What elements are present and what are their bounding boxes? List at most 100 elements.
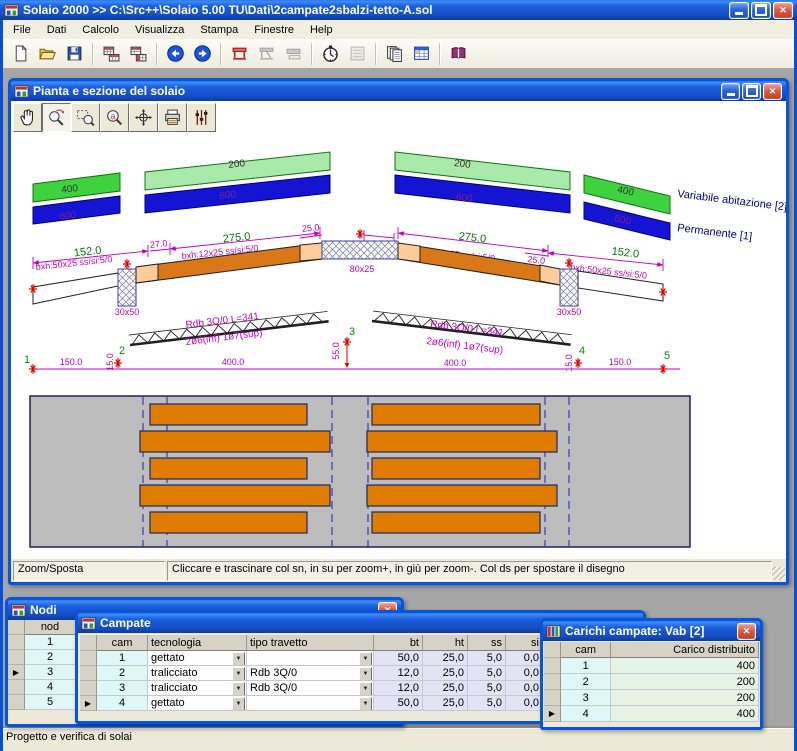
- campate-cell-ht[interactable]: 25,0: [423, 666, 468, 681]
- campate-cell-cam[interactable]: 2: [97, 666, 148, 681]
- data-grid-nodes-button[interactable]: [98, 40, 125, 67]
- viewer-minimize-button[interactable]: [721, 82, 740, 100]
- campate-cell-si[interactable]: 0,0: [506, 681, 543, 696]
- zoom-drag-tool-button[interactable]: [42, 103, 71, 132]
- menu-calcolo[interactable]: Calcolo: [74, 22, 127, 38]
- menu-help[interactable]: Help: [302, 22, 341, 38]
- carichi-cell-carico[interactable]: 200: [611, 690, 759, 706]
- menu-stampa[interactable]: Stampa: [192, 22, 246, 38]
- row-selector[interactable]: [80, 681, 97, 696]
- campate-cell-tipo[interactable]: ▼: [247, 696, 374, 711]
- campate-cell-tecnologia[interactable]: ▼ tralicciato: [148, 681, 247, 696]
- print-tool-button[interactable]: [158, 103, 187, 132]
- dropdown-arrow-icon[interactable]: ▼: [359, 652, 372, 665]
- maximize-button[interactable]: [751, 1, 771, 19]
- row-selector-current[interactable]: ▶: [8, 665, 25, 680]
- campate-cell-ss[interactable]: 5,0: [468, 651, 506, 666]
- carichi-cell-cam[interactable]: 3: [561, 690, 612, 706]
- campate-cell-bt[interactable]: 50,0: [374, 651, 423, 666]
- campate-cell-cam[interactable]: 4: [97, 696, 148, 711]
- resize-grip[interactable]: [772, 567, 785, 580]
- row-selector[interactable]: [544, 690, 561, 706]
- nodi-cell[interactable]: 1: [25, 635, 76, 650]
- campate-cell-tecnologia[interactable]: ▼ gettato: [148, 696, 247, 711]
- drawing-canvas[interactable]: 400 200 200 400 600 600 600 600 Variabil…: [11, 134, 786, 559]
- menu-finestre[interactable]: Finestre: [246, 22, 302, 38]
- campate-cell-bt[interactable]: 12,0: [374, 681, 423, 696]
- carichi-cell-carico[interactable]: 400: [611, 658, 759, 674]
- campate-cell-ss[interactable]: 5,0: [468, 696, 506, 711]
- campate-cell-tecnologia[interactable]: ▼ gettato: [148, 651, 247, 666]
- dropdown-arrow-icon[interactable]: ▼: [232, 652, 245, 665]
- menu-dati[interactable]: Dati: [39, 22, 75, 38]
- beam-section-button[interactable]: [226, 40, 253, 67]
- campate-cell-tecnologia[interactable]: ▼ tralicciato: [148, 666, 247, 681]
- campate-cell-si[interactable]: 0,0: [506, 696, 543, 711]
- menu-file[interactable]: File: [5, 22, 39, 38]
- row-selector[interactable]: [544, 674, 561, 690]
- copy-pages-button[interactable]: [381, 40, 408, 67]
- row-selector[interactable]: [80, 666, 97, 681]
- center-tool-button[interactable]: [129, 103, 158, 132]
- row-selector[interactable]: [8, 680, 25, 695]
- nodi-cell[interactable]: 2: [25, 650, 76, 665]
- campate-cell-cam[interactable]: 1: [97, 651, 148, 666]
- hand-tool-button[interactable]: [13, 103, 42, 132]
- main-titlebar[interactable]: Solaio 2000 >> C:\Src++\Solaio 5.00 TU\D…: [0, 0, 797, 20]
- zoom-actual-tool-button[interactable]: a: [100, 103, 129, 132]
- calc-stopwatch-button[interactable]: [317, 40, 344, 67]
- row-selector[interactable]: [8, 650, 25, 665]
- zoom-window-tool-button[interactable]: [71, 103, 100, 132]
- campate-cell-ht[interactable]: 25,0: [423, 696, 468, 711]
- row-selector[interactable]: [8, 695, 25, 710]
- help-book-button[interactable]: [445, 40, 472, 67]
- carichi-cell-cam[interactable]: 4: [561, 706, 612, 722]
- campate-cell-si[interactable]: 0,0: [506, 666, 543, 681]
- params-tool-button[interactable]: [187, 103, 216, 132]
- carichi-cell-cam[interactable]: 2: [561, 674, 612, 690]
- campate-cell-tipo[interactable]: ▼ Rdb 3Q/0: [247, 666, 374, 681]
- dropdown-arrow-icon[interactable]: ▼: [232, 697, 245, 710]
- campate-cell-ss[interactable]: 5,0: [468, 666, 506, 681]
- nodi-cell[interactable]: 5: [25, 695, 76, 710]
- nodi-cell[interactable]: 4: [25, 680, 76, 695]
- dropdown-arrow-icon[interactable]: ▼: [232, 667, 245, 680]
- open-folder-button[interactable]: [34, 40, 61, 67]
- viewer-close-button[interactable]: ✕: [763, 82, 782, 100]
- campate-cell-tipo[interactable]: ▼ Rdb 3Q/0: [247, 681, 374, 696]
- row-selector-current[interactable]: ▶: [80, 696, 97, 711]
- dropdown-arrow-icon[interactable]: ▼: [359, 697, 372, 710]
- forward-button[interactable]: [189, 40, 216, 67]
- campate-cell-ss[interactable]: 5,0: [468, 681, 506, 696]
- close-button[interactable]: ✕: [773, 1, 793, 19]
- campate-cell-ht[interactable]: 25,0: [423, 681, 468, 696]
- save-button[interactable]: [61, 40, 88, 67]
- back-button[interactable]: [162, 40, 189, 67]
- row-selector-current[interactable]: ▶: [544, 706, 561, 722]
- row-selector[interactable]: [8, 635, 25, 650]
- report-table-button[interactable]: [408, 40, 435, 67]
- dropdown-arrow-icon[interactable]: ▼: [232, 682, 245, 695]
- row-selector[interactable]: [80, 651, 97, 666]
- carichi-close-button[interactable]: ✕: [737, 622, 756, 640]
- menu-visualizza[interactable]: Visualizza: [127, 22, 192, 38]
- minimize-button[interactable]: [729, 1, 749, 19]
- viewer-titlebar[interactable]: Pianta e sezione del solaio ✕: [11, 81, 786, 101]
- carichi-cell-carico[interactable]: 400: [611, 706, 759, 722]
- dropdown-arrow-icon[interactable]: ▼: [359, 667, 372, 680]
- campate-cell-ht[interactable]: 25,0: [423, 651, 468, 666]
- row-selector[interactable]: [544, 658, 561, 674]
- viewer-maximize-button[interactable]: [742, 82, 761, 100]
- new-document-button[interactable]: [7, 40, 34, 67]
- campate-cell-si[interactable]: 0,0: [506, 651, 543, 666]
- campate-cell-cam[interactable]: 3: [97, 681, 148, 696]
- carichi-cell-carico[interactable]: 200: [611, 674, 759, 690]
- campate-cell-tipo[interactable]: ▼: [247, 651, 374, 666]
- nodi-cell[interactable]: 3: [25, 665, 76, 680]
- carichi-cell-cam[interactable]: 1: [561, 658, 612, 674]
- carichi-titlebar[interactable]: Carichi campate: Vab [2] ✕: [543, 621, 760, 641]
- dropdown-arrow-icon[interactable]: ▼: [359, 682, 372, 695]
- campate-cell-bt[interactable]: 12,0: [374, 666, 423, 681]
- data-grid-spans-button[interactable]: [125, 40, 152, 67]
- campate-cell-bt[interactable]: 50,0: [374, 696, 423, 711]
